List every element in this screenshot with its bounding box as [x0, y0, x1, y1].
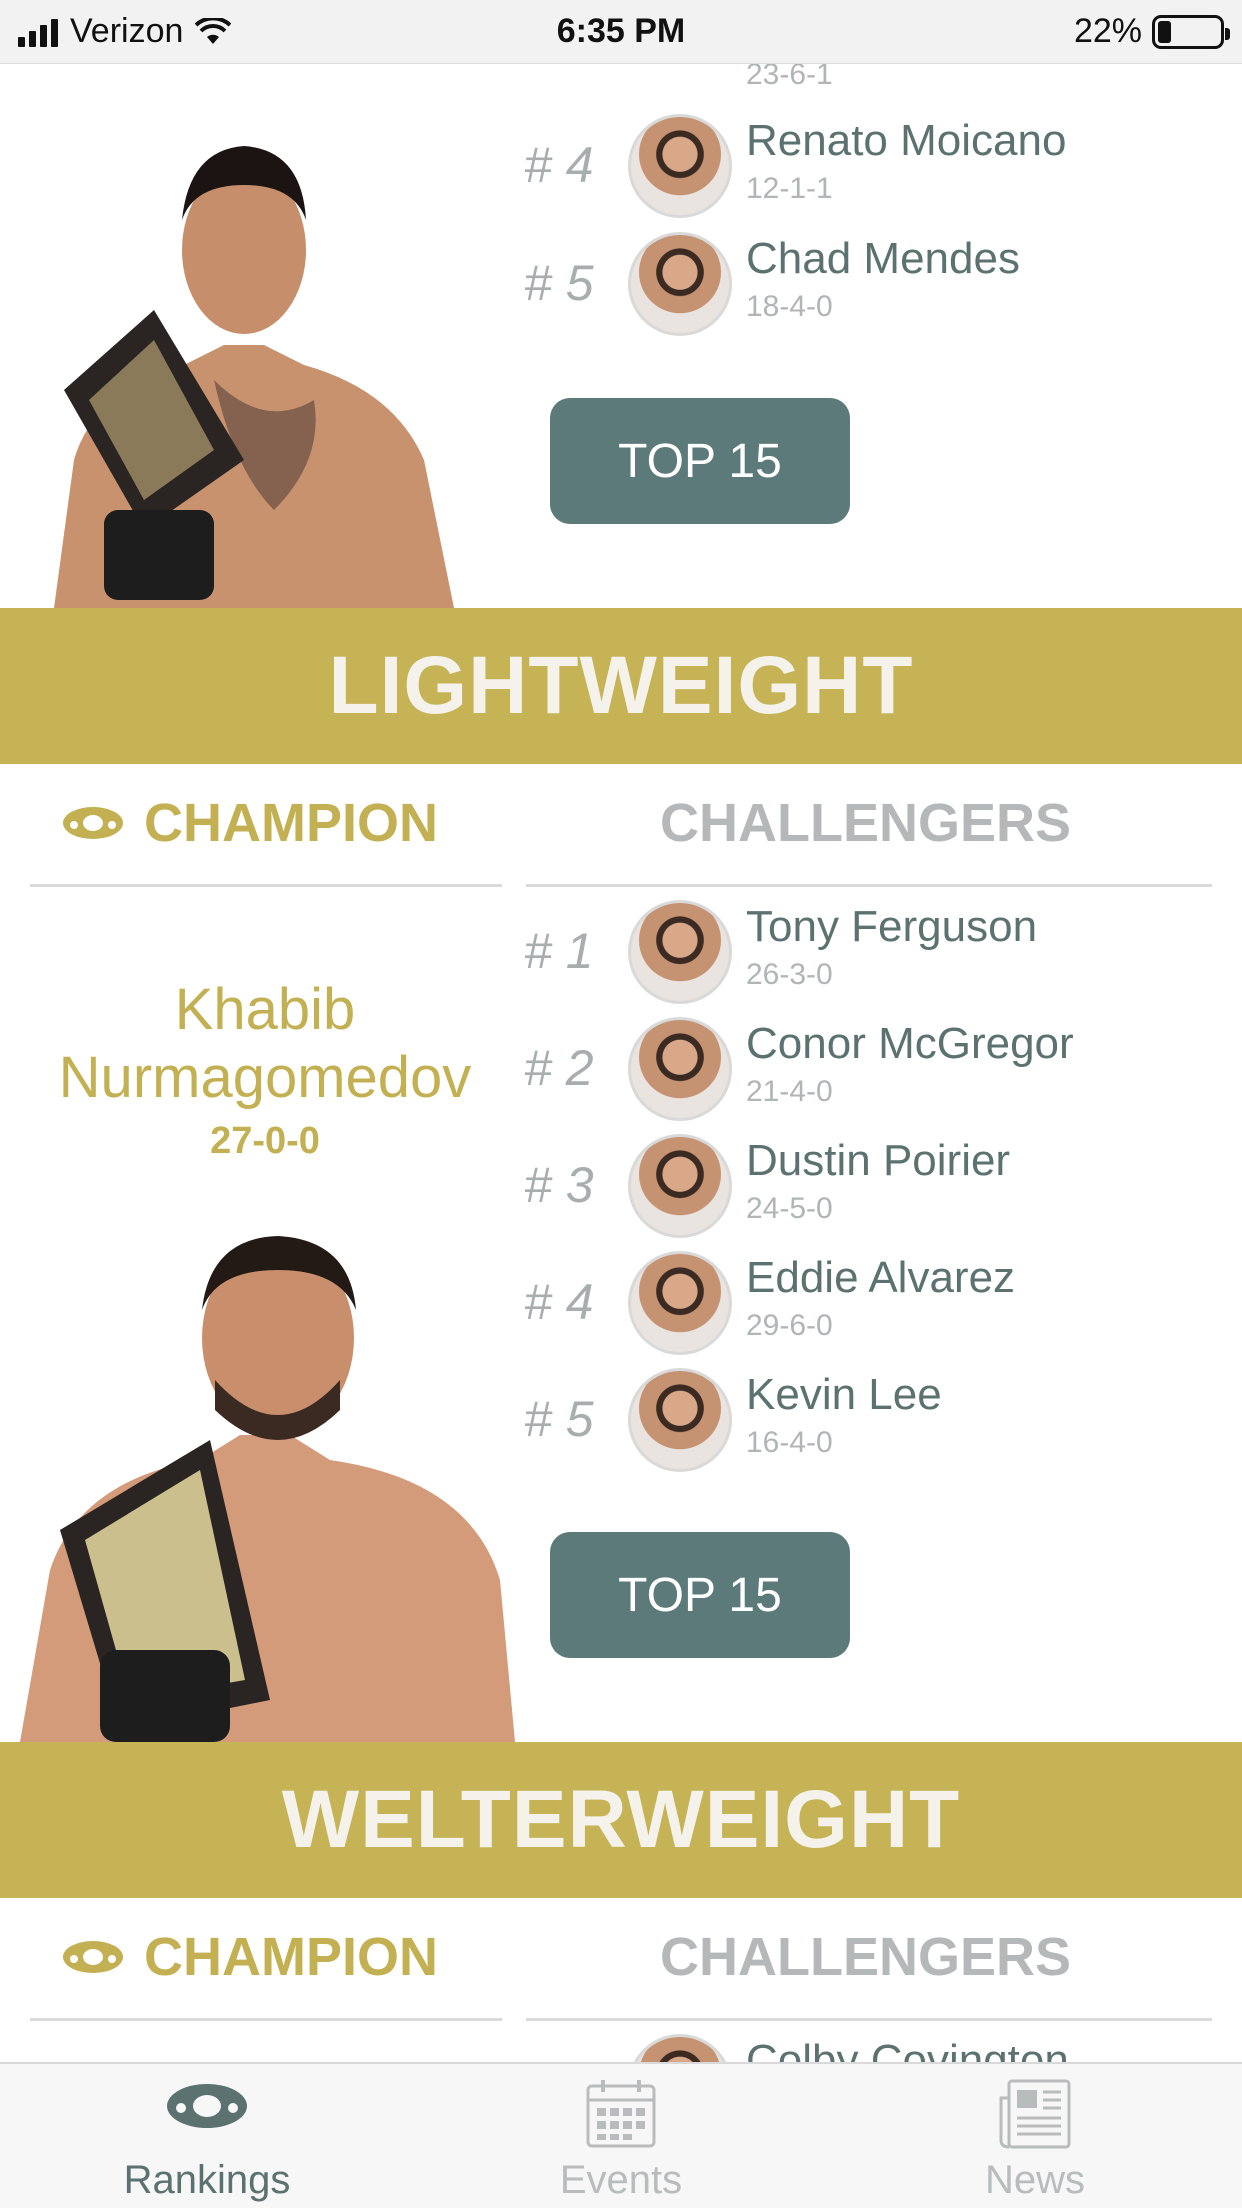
- fighter-record: 26-3-0: [746, 958, 833, 991]
- fighter-record: 16-4-0: [746, 1426, 833, 1459]
- ranking-row[interactable]: # 5 Chad Mendes 18-4-0: [524, 230, 1224, 340]
- champion-header[interactable]: CHAMPION: [62, 1926, 438, 1988]
- champion-header-label: CHAMPION: [144, 793, 438, 853]
- belt-icon: [63, 1941, 123, 1973]
- tab-bar: Rankings Events News: [0, 2062, 1242, 2208]
- calendar-icon: [586, 2080, 656, 2148]
- partial-ranking-row[interactable]: Colby Covington: [524, 2032, 1224, 2062]
- status-bar: Verizon 6:35 PM 22%: [0, 0, 1242, 64]
- rank-number: # 2: [524, 1040, 594, 1096]
- newspaper-icon: [999, 2079, 1071, 2149]
- rank-number: # 4: [524, 137, 594, 193]
- tab-label: Rankings: [123, 2158, 291, 2202]
- fighter-avatar: [628, 1251, 732, 1355]
- belt-icon: [63, 807, 123, 839]
- fighter-record: 12-1-1: [746, 172, 833, 205]
- ranking-row[interactable]: # 2 Conor McGregor 21-4-0: [524, 1015, 1224, 1125]
- fighter-avatar: [628, 1134, 732, 1238]
- ranking-row[interactable]: # 4 Eddie Alvarez 29-6-0: [524, 1249, 1224, 1359]
- champion-photo: [14, 130, 474, 608]
- fighter-avatar: [628, 2034, 732, 2062]
- ranking-row[interactable]: # 1 Tony Ferguson 26-3-0: [524, 898, 1224, 1008]
- champion-header[interactable]: CHAMPION: [62, 792, 438, 854]
- welterweight-banner: WELTERWEIGHT: [0, 1742, 1242, 1898]
- battery-percent: 22%: [1073, 12, 1142, 50]
- welterweight-section: CHAMPION CHALLENGERS Colby Covington: [0, 1898, 1242, 2062]
- ranking-row[interactable]: # 4 Renato Moicano 12-1-1: [524, 112, 1224, 222]
- battery-info: 22%: [1073, 12, 1230, 51]
- challengers-divider: [526, 884, 1212, 887]
- fighter-name: Chad Mendes: [746, 234, 1020, 283]
- ranking-row[interactable]: # 5 Kevin Lee 16-4-0: [524, 1366, 1224, 1476]
- rank-number: # 5: [524, 1391, 594, 1447]
- fighter-name: Kevin Lee: [746, 1370, 942, 1419]
- ranking-row[interactable]: # 3 Dustin Poirier 24-5-0: [524, 1132, 1224, 1242]
- fighter-avatar: [628, 900, 732, 1004]
- fighter-avatar: [628, 232, 732, 336]
- featherweight-section: 23-6-1 # 4 Renato Moicano 12-1-1 # 5 Cha…: [0, 0, 1242, 608]
- tab-news[interactable]: News: [828, 2064, 1242, 2208]
- tab-label: Events: [559, 2158, 683, 2202]
- clock: 6:35 PM: [556, 12, 686, 50]
- champion-first-name[interactable]: Khabib: [0, 976, 530, 1044]
- top15-button[interactable]: TOP 15: [550, 1532, 850, 1658]
- fighter-name: Conor McGregor: [746, 1019, 1074, 1068]
- fighter-record: 24-5-0: [746, 1192, 833, 1225]
- rank-number: # 1: [524, 923, 594, 979]
- champion-last-name[interactable]: Nurmagomedov: [0, 1044, 530, 1112]
- fighter-name: Renato Moicano: [746, 116, 1067, 165]
- fighter-avatar: [628, 114, 732, 218]
- battery-icon: [1152, 14, 1230, 49]
- challengers-header-label: CHALLENGERS: [660, 1927, 1072, 1987]
- tab-label: News: [984, 2158, 1086, 2202]
- fighter-name: Tony Ferguson: [746, 902, 1038, 951]
- champion-photo: [10, 1230, 520, 1742]
- fighter-avatar: [628, 1017, 732, 1121]
- challengers-divider: [526, 2018, 1212, 2021]
- challengers-header-label: CHALLENGERS: [660, 793, 1072, 853]
- fighter-record: 18-4-0: [746, 290, 833, 323]
- lightweight-section: CHAMPION CHALLENGERS Khabib Nurmagomedov…: [0, 764, 1242, 1742]
- rank-number: # 5: [524, 255, 594, 311]
- champion-header-label: CHAMPION: [144, 1927, 438, 1987]
- tab-rankings[interactable]: Rankings: [0, 2064, 414, 2208]
- lightweight-banner: LIGHTWEIGHT: [0, 608, 1242, 764]
- top15-button[interactable]: TOP 15: [550, 398, 850, 524]
- fighter-name: Eddie Alvarez: [746, 1253, 1016, 1302]
- challengers-header[interactable]: CHALLENGERS: [660, 1926, 1071, 1988]
- fighter-record: 21-4-0: [746, 1075, 833, 1108]
- champion-divider: [30, 2018, 502, 2021]
- fighter-avatar: [628, 1368, 732, 1472]
- fighter-record: 29-6-0: [746, 1309, 833, 1342]
- rank-number: # 4: [524, 1274, 594, 1330]
- belt-icon: [167, 2084, 247, 2128]
- tab-events[interactable]: Events: [414, 2064, 828, 2208]
- fighter-name: Colby Covington: [746, 2036, 1069, 2062]
- champion-record: 27-0-0: [210, 1120, 320, 1162]
- champion-divider: [30, 884, 502, 887]
- fighter-name: Dustin Poirier: [746, 1136, 1011, 1185]
- rank-number: # 3: [524, 1157, 594, 1213]
- challengers-header[interactable]: CHALLENGERS: [660, 792, 1071, 854]
